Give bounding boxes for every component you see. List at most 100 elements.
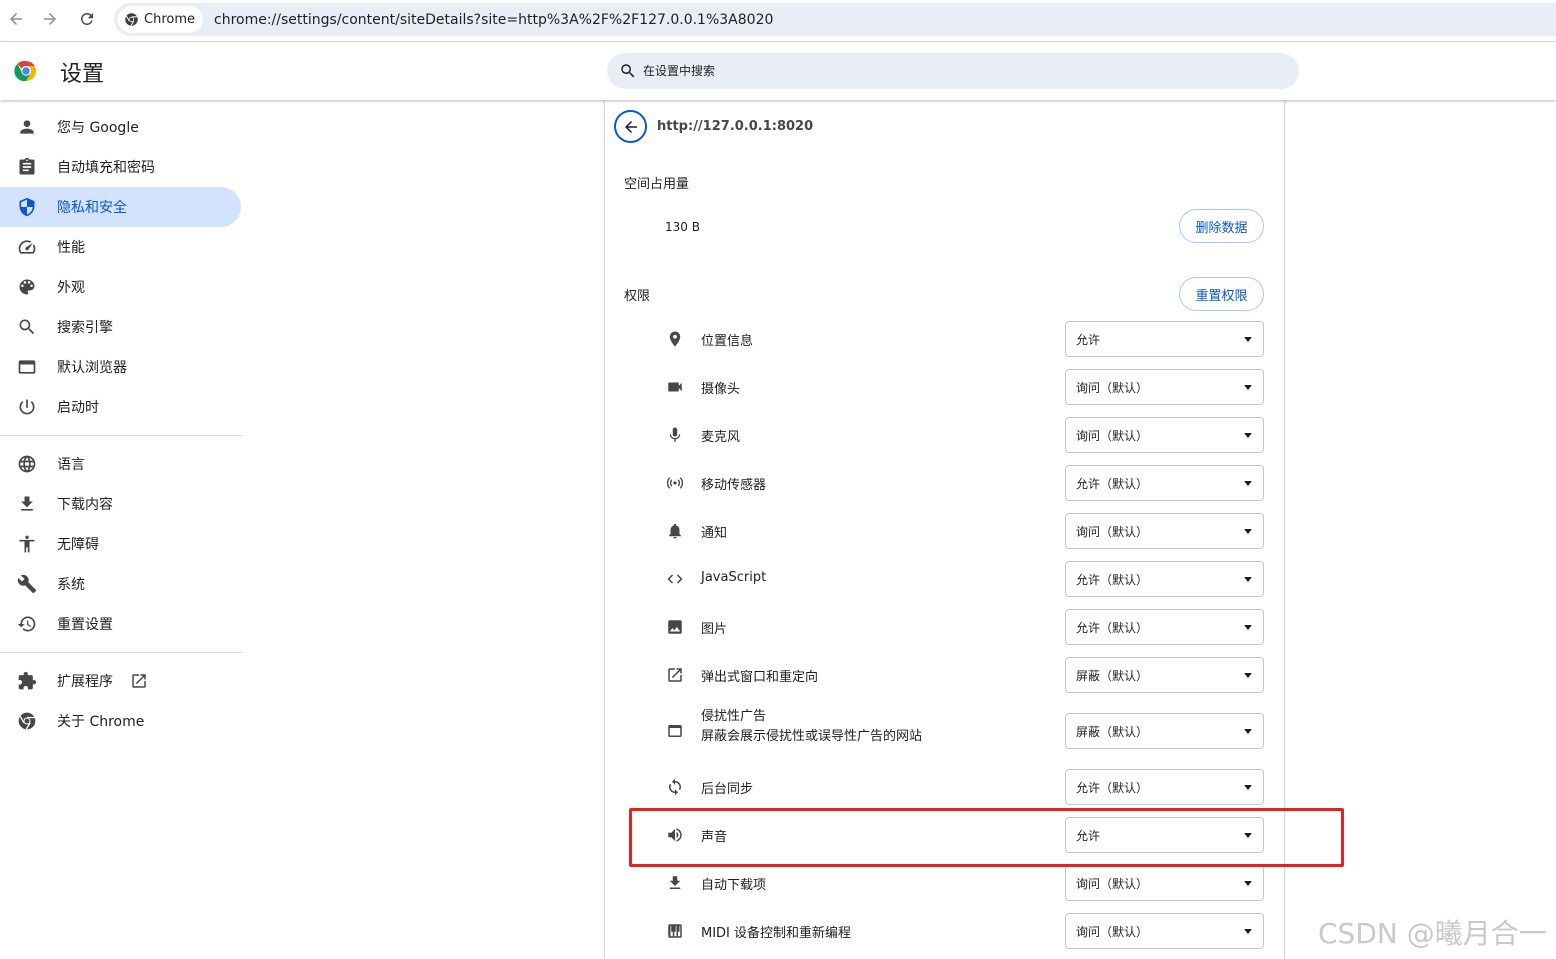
browser-toolbar: Chrome chrome://settings/content/siteDet… [0,0,1556,40]
permission-select[interactable]: 询问（默认） [1065,865,1264,901]
caret-down-icon [1244,481,1252,486]
permission-row-images: 图片 允许（默认） [605,603,1284,651]
permission-name: MIDI 设备控制和重新编程 [701,926,852,941]
permission-row-intrusive-ads: 侵扰性广告 屏蔽会展示侵扰性或误导性广告的网站 屏蔽（默认） [605,699,1284,763]
url-text[interactable]: chrome://settings/content/siteDetails?si… [214,12,773,28]
permission-select[interactable]: 屏蔽（默认） [1065,657,1264,693]
permission-select[interactable]: 允许（默认） [1065,769,1264,805]
sidebar-item-privacy[interactable]: 隐私和安全 [0,187,241,227]
site-chip[interactable]: Chrome [118,6,203,33]
delete-data-button[interactable]: 删除数据 [1179,209,1264,243]
puzzle-icon [17,671,37,691]
permission-row-background-sync: 后台同步 允许（默认） [605,763,1284,811]
permission-select[interactable]: 屏蔽（默认） [1065,713,1264,749]
caret-down-icon [1244,673,1252,678]
sidebar-item-label: 外观 [57,280,85,296]
sidebar-item-label: 无障碍 [57,537,99,553]
permission-select[interactable]: 询问（默认） [1065,417,1264,453]
sidebar-item-about-chrome[interactable]: 关于 Chrome [0,701,241,741]
site-url: http://127.0.0.1:8020 [657,119,814,134]
chrome-icon [17,711,37,731]
piano-icon [665,921,685,941]
sidebar-item-reset[interactable]: 重置设置 [0,604,241,644]
sidebar-item-performance[interactable]: 性能 [0,227,241,267]
permission-select[interactable]: 允许（默认） [1065,609,1264,645]
address-bar[interactable]: Chrome chrome://settings/content/siteDet… [114,3,1556,36]
permission-row-microphone: 麦克风 询问（默认） [605,411,1284,459]
sidebar-item-appearance[interactable]: 外观 [0,267,241,307]
wrench-icon [17,574,37,594]
sidebar-item-on-startup[interactable]: 启动时 [0,387,241,427]
browser-icon [17,357,37,377]
sidebar-item-languages[interactable]: 语言 [0,444,241,484]
permission-row-midi: MIDI 设备控制和重新编程 询问（默认） [605,907,1284,955]
sidebar-item-system[interactable]: 系统 [0,564,241,604]
permission-value: 询问（默认） [1076,380,1149,395]
caret-down-icon [1244,385,1252,390]
permission-description: 屏蔽会展示侵扰性或误导性广告的网站 [701,729,923,744]
sidebar-item-extensions[interactable]: 扩展程序 [0,661,241,701]
globe-icon [17,454,37,474]
sidebar-item-downloads[interactable]: 下载内容 [0,484,241,524]
sidebar-item-default-browser[interactable]: 默认浏览器 [0,347,241,387]
permission-row-camera: 摄像头 询问（默认） [605,363,1284,411]
permission-name: 位置信息 [701,334,754,349]
sidebar-item-label: 重置设置 [57,617,113,633]
watermark: CSDN @曦月合一 [1318,917,1547,950]
sidebar-item-label: 您与 Google [57,120,139,136]
sidebar-item-accessibility[interactable]: 无障碍 [0,524,241,564]
caret-down-icon [1244,929,1252,934]
permission-select[interactable]: 允许（默认） [1065,465,1264,501]
location-pin-icon [665,329,685,349]
sidebar-item-label: 下载内容 [57,497,113,513]
permission-value: 询问（默认） [1076,876,1149,891]
power-icon [17,397,37,417]
back-nav-button[interactable] [0,1,34,37]
permissions-section-label: 权限 [624,289,651,304]
permission-name: 侵扰性广告 [701,709,767,724]
sidebar-divider [0,652,243,653]
reload-button[interactable] [69,1,105,37]
search-input[interactable] [641,63,1241,79]
download-icon [17,494,37,514]
download-icon [665,873,685,893]
permission-row-location: 位置信息 允许 [605,315,1284,363]
sidebar-item-autofill[interactable]: 自动填充和密码 [0,147,241,187]
sidebar-item-you-and-google[interactable]: 您与 Google [0,107,241,147]
permission-select[interactable]: 询问（默认） [1065,369,1264,405]
sidebar-item-label: 系统 [57,577,85,593]
permission-name: JavaScript [701,570,767,585]
sidebar-item-label: 扩展程序 [57,674,113,690]
image-icon [665,617,685,637]
permission-name: 移动传感器 [701,478,767,493]
caret-down-icon [1244,577,1252,582]
arrow-right-icon [44,13,56,25]
permission-name: 后台同步 [701,782,754,797]
sidebar-item-label: 隐私和安全 [57,200,127,216]
sidebar-item-search-engine[interactable]: 搜索引擎 [0,307,241,347]
permission-value: 允许（默认） [1076,572,1149,587]
forward-nav-button[interactable] [32,1,68,37]
ad-window-icon [665,721,685,741]
sidebar-item-label: 语言 [57,457,85,473]
sidebar-item-label: 性能 [57,240,85,256]
caret-down-icon [1244,337,1252,342]
permission-select[interactable]: 询问（默认） [1065,913,1264,949]
annotation-highlight-box [629,808,1344,867]
reset-permissions-button[interactable]: 重置权限 [1179,277,1264,311]
settings-search[interactable] [607,53,1299,89]
back-button[interactable] [614,110,647,143]
history-icon [17,614,37,634]
permission-name: 通知 [701,526,728,541]
permission-value: 允许（默认） [1076,620,1149,635]
open-in-new-icon [132,674,146,688]
site-chip-label: Chrome [144,12,195,27]
permission-select[interactable]: 允许（默认） [1065,561,1264,597]
settings-header: 设置 [0,42,1556,100]
sensors-icon [665,473,685,493]
permission-name: 弹出式窗口和重定向 [701,670,819,685]
permission-select[interactable]: 允许 [1065,321,1264,357]
permission-row-notifications: 通知 询问（默认） [605,507,1284,555]
sync-icon [665,777,685,797]
permission-select[interactable]: 询问（默认） [1065,513,1264,549]
